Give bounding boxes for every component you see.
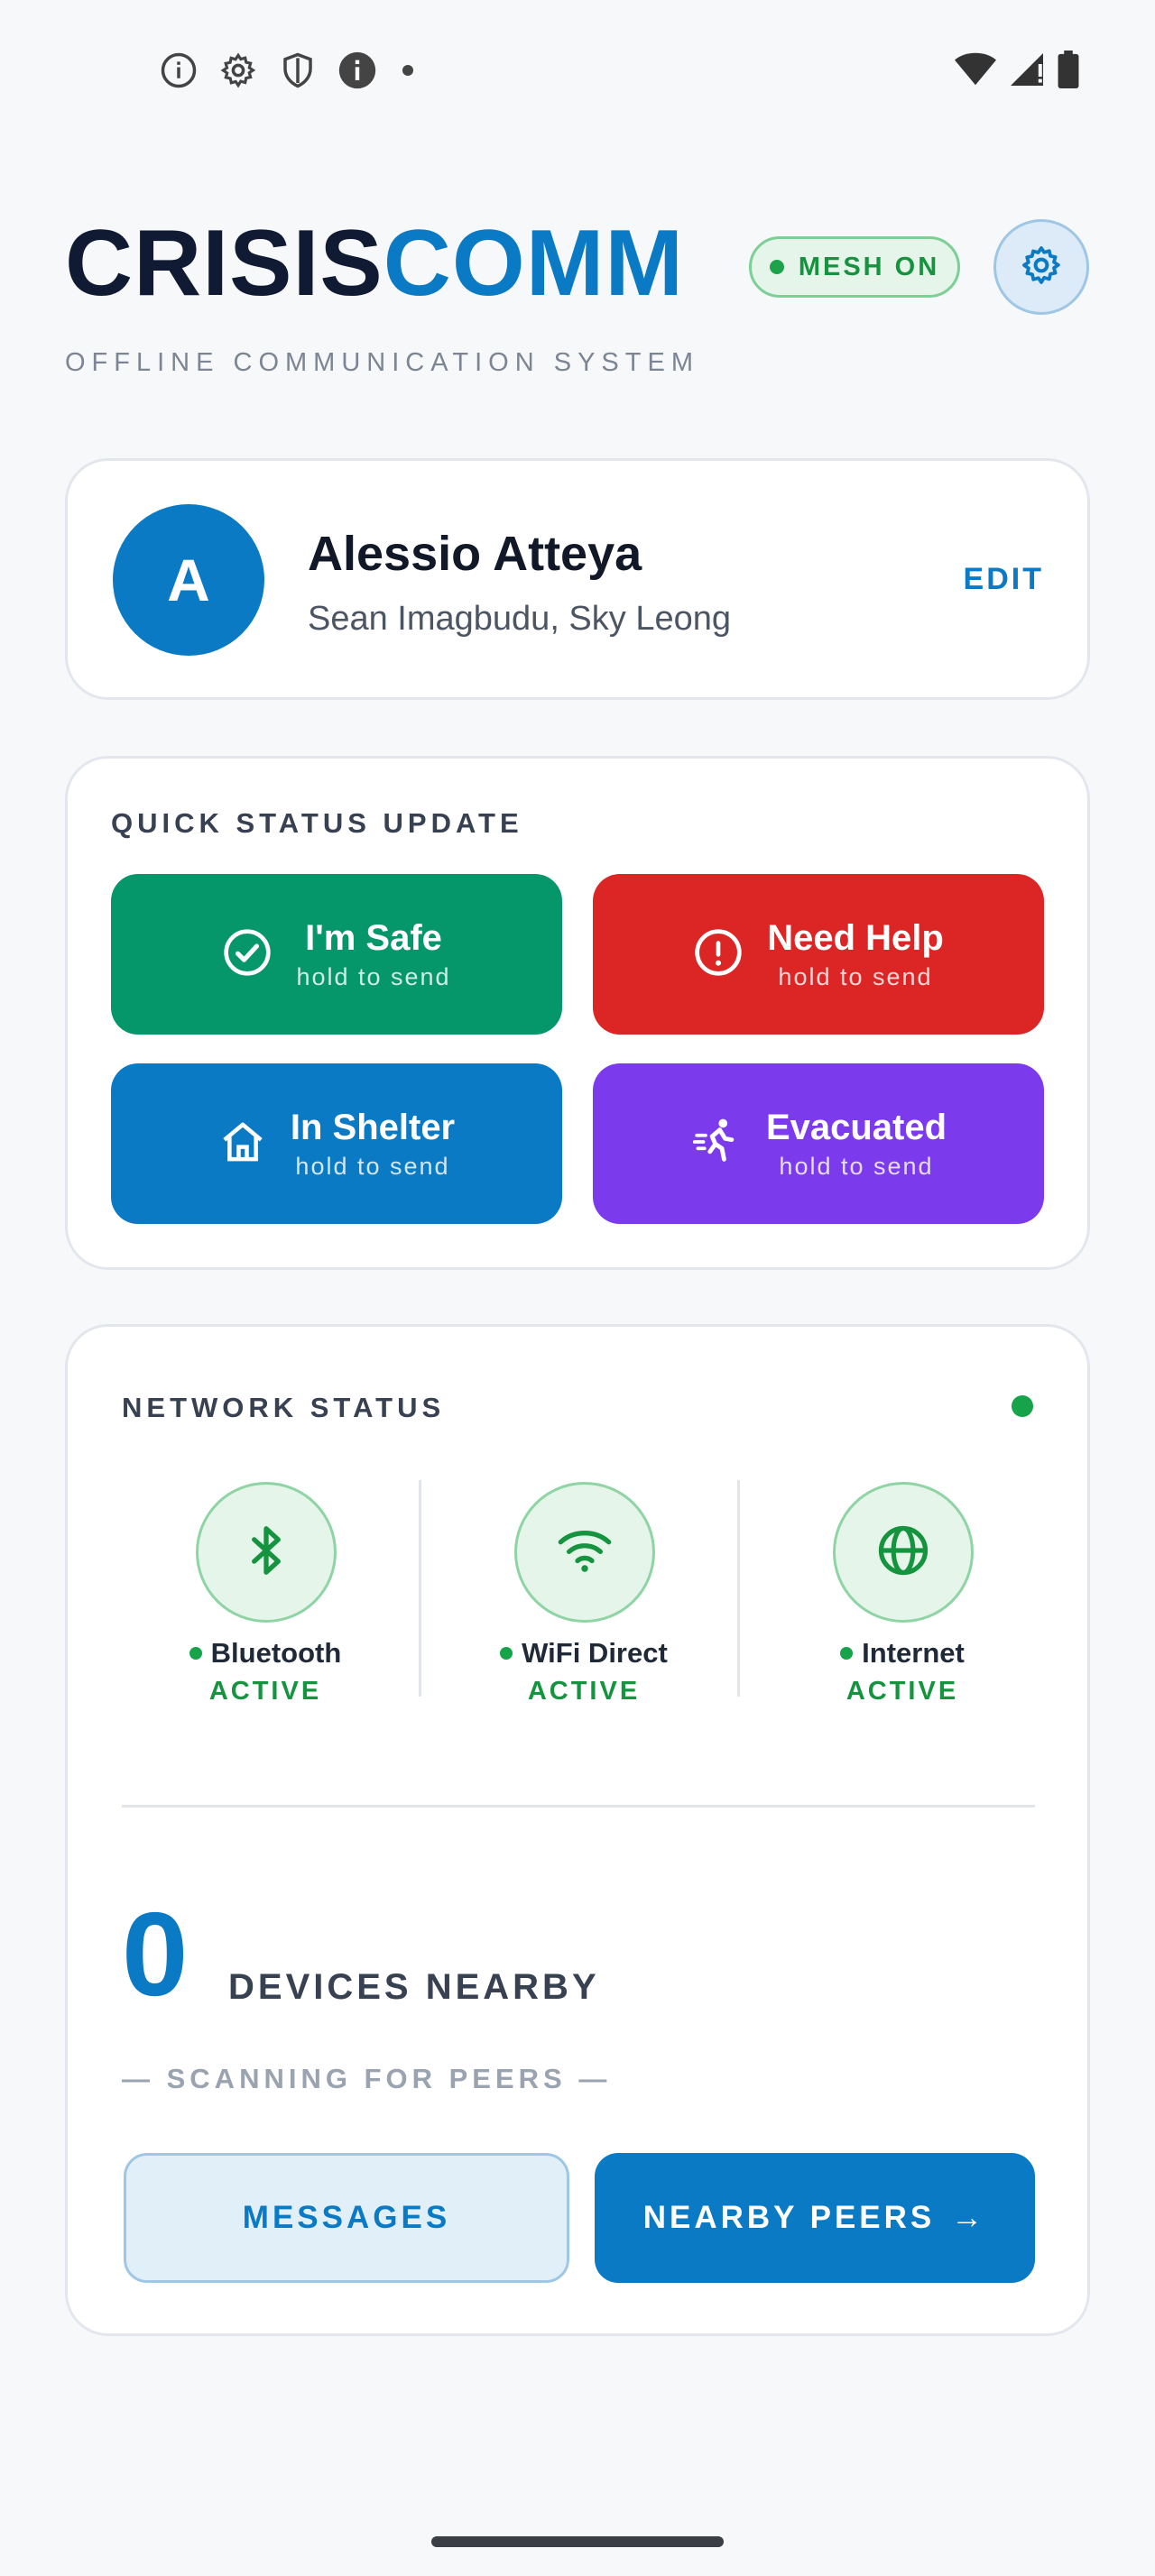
wifi-direct-indicator [514, 1482, 655, 1623]
scanning-status: — SCANNING FOR PEERS — [122, 2063, 612, 2094]
signal-icon [1009, 51, 1045, 92]
mesh-status-badge[interactable]: MESH ON [749, 236, 960, 298]
info-filled-icon [337, 51, 377, 90]
evacuated-text: Evacuated hold to send [766, 1108, 947, 1181]
im-safe-hint: hold to send [296, 962, 451, 990]
internet-label: Internet [862, 1637, 965, 1669]
wifi-direct-label: WiFi Direct [522, 1637, 668, 1669]
need-help-hint: hold to send [778, 962, 933, 990]
app-brand: CRISISCOMM [65, 216, 684, 310]
quick-status-title: QUICK STATUS UPDATE [111, 807, 523, 839]
notification-dot-icon [402, 65, 413, 76]
running-person-icon [690, 1116, 743, 1173]
network-divider [737, 1480, 740, 1697]
network-status-card: NETWORK STATUS Bluetooth ACTIVE WiFi Dir… [65, 1324, 1090, 2336]
bluetooth-name-row: Bluetooth [106, 1637, 425, 1670]
gear-icon [1020, 244, 1063, 291]
status-bar-right [955, 51, 1079, 93]
status-bar [0, 0, 1155, 135]
home-icon [218, 1118, 267, 1171]
bluetooth-status-dot [189, 1647, 202, 1660]
network-item-wifi-direct: WiFi Direct ACTIVE [424, 1482, 744, 1706]
network-divider [419, 1480, 421, 1697]
devices-nearby-label: DEVICES NEARBY [228, 1967, 600, 2007]
network-item-internet: Internet ACTIVE [743, 1482, 1062, 1706]
need-help-button[interactable]: Need Help hold to send [593, 874, 1044, 1035]
settings-button[interactable] [993, 219, 1089, 315]
app-tagline: OFFLINE COMMUNICATION SYSTEM [65, 348, 699, 377]
evacuated-hint: hold to send [779, 1152, 934, 1180]
status-bar-left [159, 51, 413, 90]
devices-nearby-count: 0 [122, 1888, 189, 2020]
bluetooth-indicator [196, 1482, 337, 1623]
globe-icon [875, 1523, 931, 1583]
need-help-label: Need Help [767, 917, 944, 958]
check-circle-icon [222, 927, 273, 982]
alert-circle-icon [693, 927, 744, 982]
wifi-icon [556, 1522, 614, 1584]
wifi-icon [955, 51, 996, 92]
im-safe-text: I'm Safe hold to send [296, 918, 450, 991]
bluetooth-icon [240, 1524, 292, 1581]
bluetooth-label: Bluetooth [210, 1637, 342, 1669]
profile-contacts: Sean Imagbudu, Sky Leong [308, 600, 732, 638]
in-shelter-label: In Shelter [290, 1107, 456, 1147]
info-outline-icon [159, 51, 199, 90]
wifi-direct-status-dot [500, 1647, 513, 1660]
battery-icon [1058, 51, 1079, 93]
need-help-text: Need Help hold to send [767, 918, 944, 991]
internet-state: ACTIVE [845, 1677, 959, 1706]
profile-name: Alessio Atteya [308, 527, 642, 581]
in-shelter-button[interactable]: In Shelter hold to send [111, 1063, 562, 1224]
wifi-direct-state: ACTIVE [527, 1677, 641, 1706]
network-item-bluetooth: Bluetooth ACTIVE [106, 1482, 425, 1706]
network-online-dot [1012, 1395, 1033, 1417]
in-shelter-text: In Shelter hold to send [291, 1108, 455, 1181]
settings-icon [218, 51, 258, 90]
quick-status-card: QUICK STATUS UPDATE I'm Safe hold to sen… [65, 756, 1090, 1270]
internet-name-row: Internet [743, 1637, 1062, 1670]
mesh-status-label: MESH ON [798, 252, 940, 281]
arrow-right-icon: → [951, 2200, 987, 2235]
edit-profile-button[interactable]: EDIT [964, 562, 1044, 597]
internet-indicator [833, 1482, 974, 1623]
profile-card: A Alessio Atteya Sean Imagbudu, Sky Leon… [65, 458, 1090, 700]
messages-button-label: MESSAGES [242, 2200, 451, 2235]
nearby-peers-button-label: NEARBY PEERS [642, 2200, 936, 2235]
network-status-title: NETWORK STATUS [122, 1392, 446, 1423]
in-shelter-hint: hold to send [295, 1152, 450, 1180]
brand-comm: COMM [383, 211, 684, 316]
shield-icon [278, 51, 318, 90]
internet-status-dot [840, 1647, 854, 1660]
im-safe-label: I'm Safe [305, 917, 442, 958]
evacuated-button[interactable]: Evacuated hold to send [593, 1063, 1044, 1224]
avatar: A [113, 504, 264, 656]
mesh-status-dot [769, 260, 784, 274]
im-safe-button[interactable]: I'm Safe hold to send [111, 874, 562, 1035]
messages-button[interactable]: MESSAGES [124, 2153, 569, 2283]
nearby-peers-button[interactable]: NEARBY PEERS → [595, 2153, 1035, 2283]
section-divider [122, 1805, 1035, 1808]
bluetooth-state: ACTIVE [208, 1677, 322, 1706]
home-indicator[interactable] [431, 2536, 724, 2547]
evacuated-label: Evacuated [765, 1107, 947, 1147]
wifi-direct-name-row: WiFi Direct [424, 1637, 744, 1670]
brand-crisis: CRISIS [65, 211, 383, 316]
